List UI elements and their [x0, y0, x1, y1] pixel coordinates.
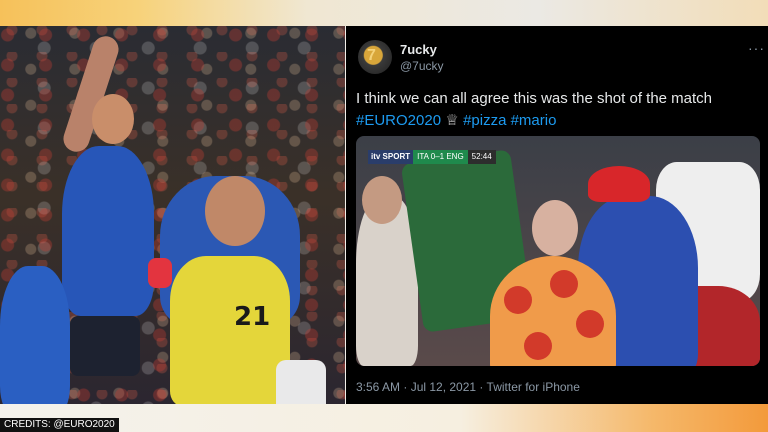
tweet-media-image[interactable]: itv SPORT ITA 0–1 ENG 52:44 [356, 136, 760, 366]
more-options-icon[interactable]: ··· [748, 40, 764, 56]
fan-pizza-costume [490, 256, 616, 366]
player-blue-jersey [62, 146, 154, 316]
pepperoni [576, 310, 604, 338]
hashtag-mario[interactable]: #mario [511, 112, 557, 129]
fan-pizza-head [532, 200, 578, 256]
display-name[interactable]: 7ucky [400, 42, 437, 57]
jersey-number: 21 [234, 302, 271, 332]
tweet-timestamp[interactable]: 3:56 AM · Jul 12, 2021 · Twitter for iPh… [356, 380, 580, 394]
channel-logo: itv SPORT [368, 150, 414, 164]
top-decorative-band [0, 0, 768, 26]
goalkeeper-glove [148, 258, 172, 288]
tweet-card[interactable]: 7 7ucky @7ucky ··· I think we can all ag… [346, 26, 768, 406]
goalkeeper-head [205, 176, 265, 246]
hashtag-pizza[interactable]: #pizza [463, 112, 506, 129]
player-blue-jersey-left [0, 266, 70, 406]
match-clock: 52:44 [467, 150, 496, 164]
trophy-icon: ♕ [445, 112, 459, 129]
player-shorts [70, 316, 140, 376]
hashtag-euro2020[interactable]: #EURO2020 [356, 112, 441, 129]
avatar[interactable]: 7 [358, 40, 392, 74]
mario-hat [588, 166, 650, 202]
pepperoni [550, 270, 578, 298]
player-white-jersey [276, 360, 326, 406]
pepperoni [524, 332, 552, 360]
score-teams: ITA 0–1 ENG [413, 150, 468, 164]
tweet-text: I think we can all agree this was the sh… [356, 90, 713, 107]
user-handle[interactable]: @7ucky [400, 59, 444, 73]
scoreboard: itv SPORT ITA 0–1 ENG 52:44 [368, 150, 496, 164]
player-head [92, 94, 134, 144]
pepperoni [504, 286, 532, 314]
hashtag-line: #EURO2020 ♕ #pizza #mario [356, 110, 556, 131]
avatar-glyph: 7 [367, 47, 376, 64]
fan-left-head [362, 176, 402, 224]
credits-label: CREDITS: @EURO2020 [0, 418, 119, 432]
celebration-photo: 21 [0, 26, 345, 406]
